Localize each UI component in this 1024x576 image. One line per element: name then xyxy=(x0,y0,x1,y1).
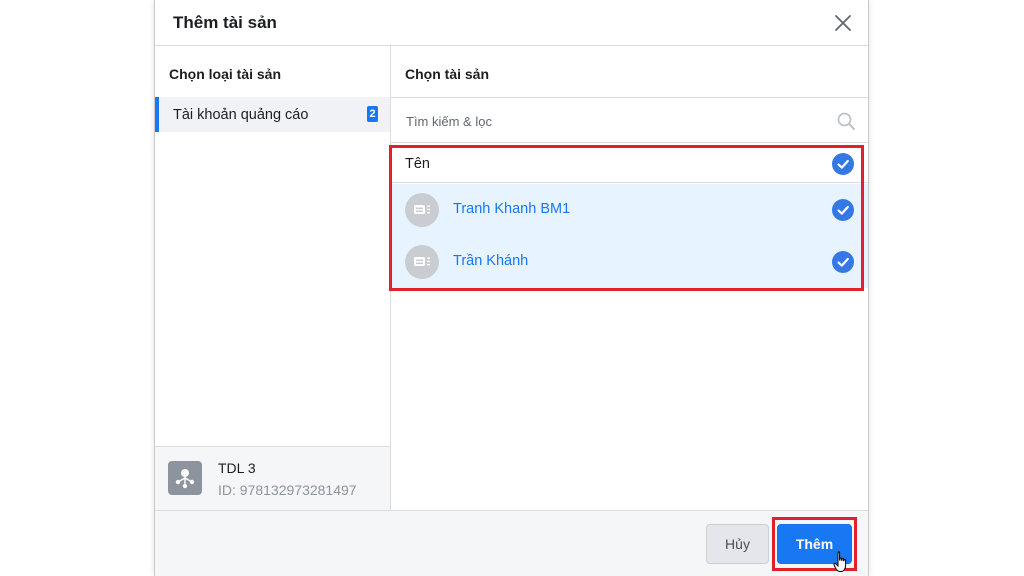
business-name: TDL 3 xyxy=(218,460,256,476)
add-button[interactable]: Thêm xyxy=(777,524,852,564)
business-icon xyxy=(168,461,202,495)
search-input[interactable] xyxy=(404,110,808,132)
dialog-footer: Hủy Thêm xyxy=(155,510,868,576)
name-column-header: Tên xyxy=(405,156,430,172)
asset-type-item-ad-accounts[interactable]: Tài khoản quảng cáo 2 xyxy=(155,97,390,132)
checkmark-icon xyxy=(837,205,849,215)
asset-select-column: Chọn tài sản Tên xyxy=(391,46,868,510)
dialog-title: Thêm tài sản xyxy=(173,13,277,32)
asset-select-title: Chọn tài sản xyxy=(405,66,490,82)
asset-checkbox[interactable] xyxy=(832,251,854,273)
asset-type-column: Chọn loại tài sản Tài khoản quảng cáo 2 … xyxy=(155,46,391,510)
checkmark-icon xyxy=(837,159,849,169)
business-info: TDL 3 ID: 978132973281497 xyxy=(155,446,390,510)
ad-account-icon xyxy=(405,245,439,279)
asset-type-title: Chọn loại tài sản xyxy=(169,66,282,82)
count-badge: 2 xyxy=(367,106,378,122)
asset-type-label: Tài khoản quảng cáo xyxy=(173,107,309,123)
close-icon[interactable] xyxy=(830,10,856,36)
checkmark-icon xyxy=(837,257,849,267)
dialog-header: Thêm tài sản xyxy=(155,0,868,46)
cancel-button[interactable]: Hủy xyxy=(706,524,769,564)
add-assets-dialog: Thêm tài sản Chọn loại tài sản Tài khoản… xyxy=(154,0,869,576)
ad-account-icon xyxy=(405,193,439,227)
asset-name: Tranh Khanh BM1 xyxy=(453,201,571,217)
asset-row[interactable]: Tranh Khanh BM1 xyxy=(391,184,868,236)
search-row xyxy=(391,97,868,143)
select-all-checkbox[interactable] xyxy=(832,153,854,175)
select-all-row[interactable]: Tên xyxy=(391,146,868,183)
search-icon[interactable] xyxy=(836,111,856,131)
asset-checkbox[interactable] xyxy=(832,199,854,221)
asset-row[interactable]: Trần Khánh xyxy=(391,236,868,288)
business-id: ID: 978132973281497 xyxy=(218,482,357,498)
asset-name: Trần Khánh xyxy=(453,253,529,269)
